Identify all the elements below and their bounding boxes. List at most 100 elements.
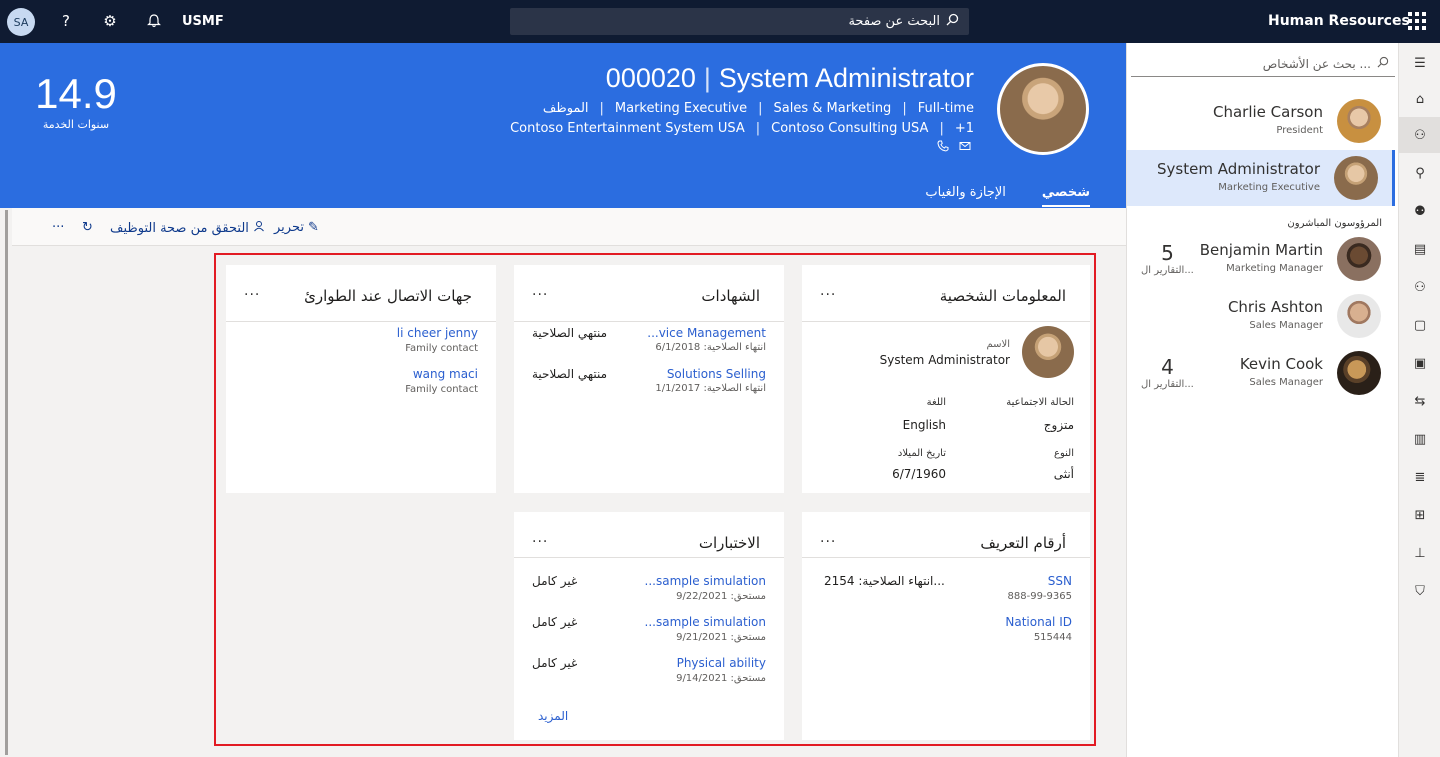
pencil-icon: ✎ — [307, 220, 319, 235]
person-settings-icon[interactable]: ⚇ — [1399, 269, 1440, 305]
employee-details-line1: الموظف | Marketing Executive | Sales & Mar… — [542, 101, 974, 116]
test-due-date: مستحق: 9/21/2021 — [676, 632, 766, 643]
home-icon[interactable]: ⌂ — [1399, 81, 1440, 117]
tab-leave-absence[interactable]: الإجازة والغياب — [925, 185, 1006, 207]
mail-icon[interactable] — [959, 140, 971, 155]
id-numbers-card: أرقام التعريف ··· SSN 888-99-9365 انتهاء… — [802, 512, 1090, 740]
more-actions-button[interactable]: ··· — [52, 220, 64, 235]
verify-employment-button[interactable]: التحقق من صحة التوظيف — [110, 220, 265, 236]
card-more-button[interactable]: ··· — [820, 534, 836, 550]
vertical-scrollbar[interactable] — [5, 210, 8, 755]
detail-legal-entity-1[interactable]: Contoso Entertainment System USA — [510, 121, 745, 136]
employee-details-line2: Contoso Entertainment System USA | Contos… — [510, 121, 974, 136]
document-edit-icon[interactable]: ▢ — [1399, 307, 1440, 343]
clipboard-icon[interactable]: ▤ — [1399, 231, 1440, 267]
name-label: الاسم — [986, 339, 1010, 350]
search-icon — [1377, 56, 1389, 71]
people-icon[interactable]: ⚇ — [1399, 117, 1440, 153]
detail-more-entities[interactable]: +1 — [955, 121, 974, 136]
detail-employment-type: Full-time — [917, 101, 974, 116]
direct-reports-heading: المرؤوسون المباشرون — [1287, 218, 1382, 229]
test-link[interactable]: ...sample simulation — [645, 615, 766, 629]
detail-legal-entity-2[interactable]: Contoso Consulting USA — [771, 121, 928, 136]
reports-count[interactable]: 4 التقارير ال... — [1141, 355, 1194, 390]
language-label: اللغة — [926, 397, 946, 408]
user-avatar[interactable]: SA — [7, 8, 35, 36]
person-card-direct[interactable]: 4 التقارير ال... Kevin Cook Sales Manage… — [1127, 345, 1395, 401]
org-task-icon[interactable]: ⊞ — [1399, 497, 1440, 533]
certificate-link[interactable]: ...vice Management — [647, 326, 766, 340]
person-name: Benjamin Martin — [1199, 241, 1323, 259]
id-number: 515444 — [1033, 632, 1072, 643]
bell-icon[interactable] — [144, 11, 164, 31]
person-title: Marketing Executive — [1218, 182, 1320, 193]
card-title: الاختبارات — [698, 534, 760, 552]
test-link[interactable]: Physical ability — [677, 656, 766, 670]
person-title: Sales Manager — [1249, 377, 1323, 388]
employee-name: System Administrator — [718, 63, 974, 93]
refresh-icon[interactable]: ↻ — [82, 220, 93, 235]
gender-value: أنثى — [1053, 467, 1074, 481]
card-title: جهات الاتصال عند الطوارئ — [304, 287, 472, 305]
test-status: غير كامل — [532, 656, 578, 670]
avatar — [1337, 237, 1381, 281]
emergency-contact-link[interactable]: li cheer jenny — [397, 326, 478, 340]
people-search-placeholder: بحث عن الأشخاص ... — [1262, 56, 1371, 71]
detail-position[interactable]: Marketing Executive — [615, 101, 747, 116]
tenure-label: سنوات الخدمة — [42, 118, 110, 131]
person-card-direct[interactable]: 5 التقارير ال... Benjamin Martin Marketi… — [1127, 231, 1395, 287]
person-card-current[interactable]: System Administrator Marketing Executive — [1127, 150, 1395, 206]
app-title: Human Resources — [1268, 13, 1410, 29]
phone-icon[interactable] — [937, 140, 949, 155]
tenure-block: 14.9 سنوات الخدمة — [30, 70, 122, 131]
person-name: Kevin Cook — [1239, 355, 1323, 373]
test-link[interactable]: ...sample simulation — [645, 574, 766, 588]
org-chart-icon[interactable]: ⊥ — [1399, 535, 1440, 571]
certificate-link[interactable]: Solutions Selling — [667, 367, 766, 381]
card-more-button[interactable]: ··· — [532, 534, 548, 550]
card-title: المعلومات الشخصية — [939, 287, 1066, 305]
tests-card: الاختبارات ··· ...sample simulation مستح… — [514, 512, 784, 740]
reports-count[interactable]: 5 التقارير ال... — [1141, 241, 1194, 276]
person-transfer-icon[interactable]: ⇆ — [1399, 383, 1440, 419]
card-more-button[interactable]: ··· — [820, 287, 836, 303]
library-icon[interactable]: ▥ — [1399, 421, 1440, 457]
emergency-contact-link[interactable]: wang maci — [413, 367, 478, 381]
reports-count-label: التقارير ال... — [1141, 265, 1194, 276]
more-tests-link[interactable]: المزيد — [538, 709, 568, 723]
gear-icon[interactable]: ⚙ — [100, 11, 120, 31]
id-type-link[interactable]: National ID — [1005, 615, 1072, 629]
employee-header: 14.9 سنوات الخدمة 000020 | System Administ… — [0, 43, 1126, 208]
person-card-direct[interactable]: Chris Ashton Sales Manager — [1127, 288, 1395, 344]
emergency-contact-relation: Family contact — [405, 384, 478, 395]
person-card-manager[interactable]: Charlie Carson President — [1127, 93, 1395, 149]
tab-personal[interactable]: شخصي — [1041, 185, 1090, 207]
id-card-icon[interactable]: ▣ — [1399, 345, 1440, 381]
detail-department[interactable]: Sales & Marketing — [774, 101, 892, 116]
list-icon[interactable]: ≣ — [1399, 459, 1440, 495]
test-due-date: مستحق: 9/22/2021 — [676, 591, 766, 602]
test-status: غير كامل — [532, 574, 578, 588]
avatar — [1337, 99, 1381, 143]
help-icon[interactable]: ? — [56, 11, 76, 31]
person-name: Chris Ashton — [1227, 298, 1323, 316]
edit-button[interactable]: تحرير ✎ — [274, 220, 319, 235]
employee-id: 000020 — [605, 63, 696, 93]
person-name: System Administrator — [1157, 160, 1320, 178]
hamburger-menu-icon[interactable]: ☰ — [1399, 45, 1440, 81]
page-search-box[interactable]: البحث عن صفحة — [510, 8, 969, 35]
group-icon[interactable]: ⚉ — [1399, 193, 1440, 229]
card-more-button[interactable]: ··· — [244, 287, 260, 303]
certificate-status: منتهي الصلاحية — [532, 326, 608, 340]
card-more-button[interactable]: ··· — [532, 287, 548, 303]
shield-icon[interactable]: ⛉ — [1399, 573, 1440, 609]
reports-count-value: 5 — [1161, 241, 1174, 265]
person-icon — [253, 220, 265, 236]
id-type-link[interactable]: SSN — [1048, 574, 1072, 588]
people-search-input[interactable]: بحث عن الأشخاص ... — [1131, 51, 1395, 77]
app-launcher-icon[interactable] — [1408, 12, 1426, 30]
person-search-icon[interactable]: ⚲ — [1399, 155, 1440, 191]
company-selector[interactable]: USMF — [182, 14, 224, 29]
verify-label: التحقق من صحة التوظيف — [110, 220, 249, 236]
person-title: President — [1276, 125, 1323, 136]
